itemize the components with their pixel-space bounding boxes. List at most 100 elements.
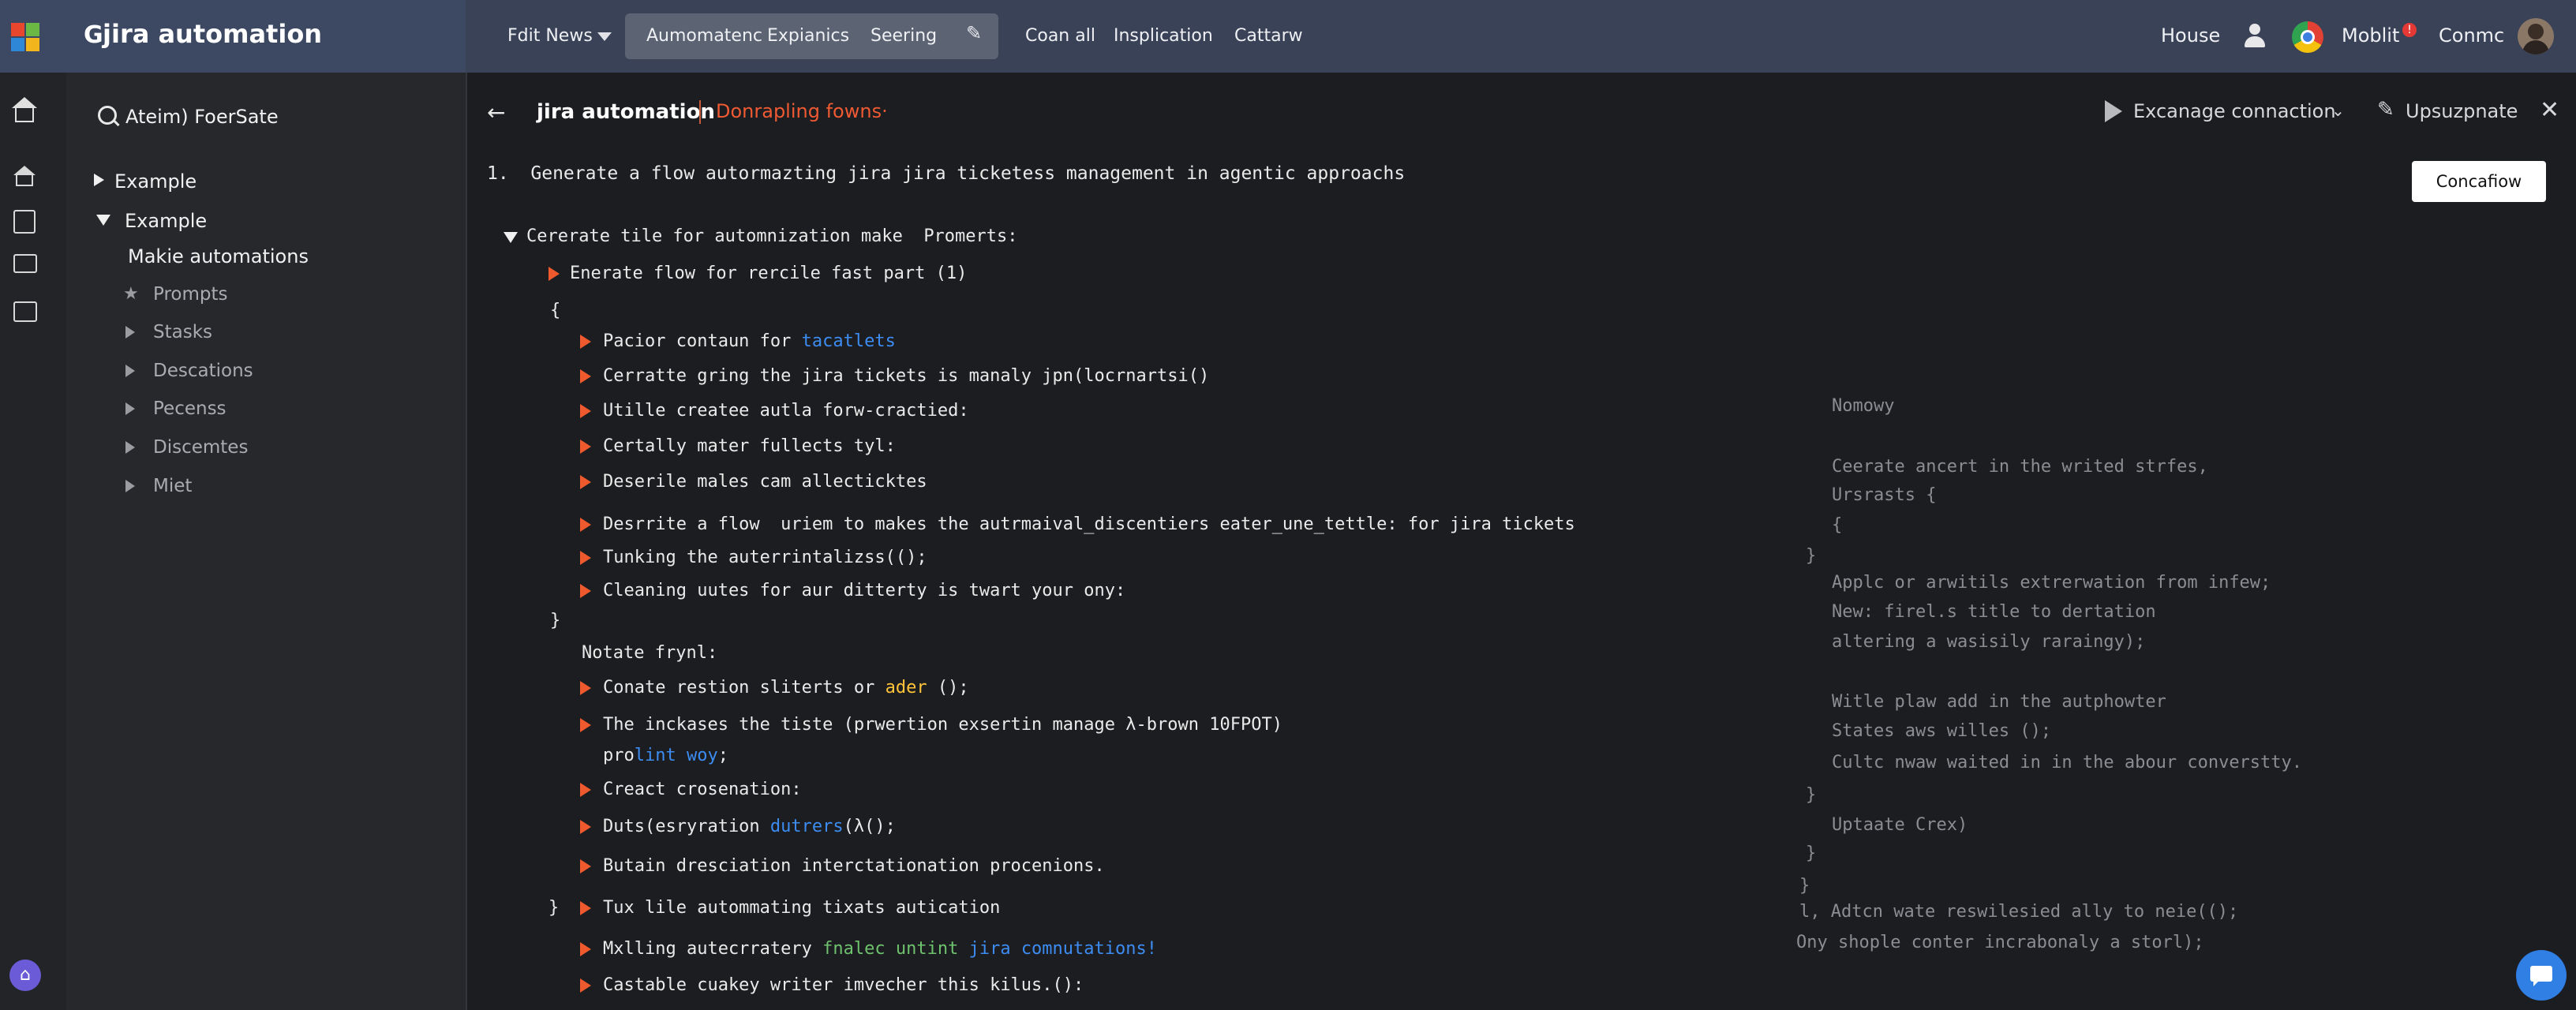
action-button[interactable]: Concafiow — [2412, 161, 2546, 202]
faint-code-line: Ceerate ancert in the writed strfes, — [1832, 457, 2208, 477]
code-text: Creact crosenation: — [603, 780, 802, 799]
tab-seering[interactable]: Seering — [871, 26, 937, 46]
code-tail: (); — [927, 678, 969, 698]
orange-triangle-icon[interactable] — [580, 369, 591, 383]
orange-triangle-icon[interactable] — [580, 783, 591, 797]
search-icon[interactable] — [98, 106, 120, 127]
list-icon[interactable] — [13, 301, 37, 322]
house-link[interactable]: House — [2161, 24, 2220, 47]
link-cattarw[interactable]: Cattarw — [1234, 26, 1303, 46]
orange-triangle-icon[interactable] — [549, 267, 560, 281]
orange-triangle-icon[interactable] — [580, 820, 591, 834]
connection-dropdown[interactable]: Excanage connaction — [2133, 100, 2336, 122]
chevron-down-icon[interactable] — [96, 215, 110, 226]
chrome-icon[interactable] — [2292, 21, 2323, 53]
tab-aumomatenc[interactable]: Aumomatenc — [646, 26, 762, 46]
building-icon[interactable] — [13, 210, 36, 234]
code-highlight: tacatlets — [801, 331, 896, 351]
play-icon[interactable] — [2105, 100, 2122, 122]
page-subtitle: Donrapling fowns· — [716, 100, 888, 122]
edit-icon[interactable]: ✎ — [966, 22, 982, 44]
conmc-link[interactable]: Conmc — [2439, 24, 2504, 47]
mobile-link[interactable]: Moblit — [2342, 24, 2399, 47]
code-text: Desrrite a flow uriem to makes the autrm… — [603, 514, 1575, 534]
faint-code-line: Ony shople conter incrabonaly a storl); — [1796, 933, 2204, 952]
orange-triangle-icon[interactable] — [580, 859, 591, 873]
faint-code-line: Uptaate Crex) — [1832, 815, 1968, 835]
orange-triangle-icon[interactable] — [580, 584, 591, 598]
code-text: Butain dresciation interctationation pro… — [603, 856, 1105, 876]
expand-icon[interactable] — [125, 402, 135, 415]
faint-code-line: New: firel.s title to dertation — [1832, 602, 2156, 622]
orange-triangle-icon[interactable] — [580, 404, 591, 418]
update-button[interactable]: Upsuzpnate — [2406, 100, 2518, 122]
page-title: jira automation — [537, 100, 715, 124]
prompt-text: 1. Generate a flow autormazting jira jir… — [487, 163, 1406, 184]
faint-code-line: } — [1806, 844, 1817, 863]
sidebar-item-stasks[interactable]: Stasks — [153, 322, 212, 342]
menu-fdit-news[interactable]: Fdit News — [507, 26, 593, 46]
chevron-down-icon[interactable]: ⌄ — [2331, 101, 2345, 120]
sidebar-item-prompts[interactable]: Prompts — [153, 284, 228, 305]
orange-triangle-icon[interactable] — [580, 901, 591, 915]
orange-triangle-icon[interactable] — [580, 718, 591, 732]
orange-triangle-icon[interactable] — [580, 518, 591, 532]
code-line: Cerratte gring the jira tickets is manal… — [603, 366, 1209, 386]
house-icon[interactable] — [13, 166, 36, 186]
orange-triangle-icon[interactable] — [580, 440, 591, 454]
avatar[interactable] — [2518, 18, 2554, 54]
faint-code-line: } — [1799, 876, 1810, 896]
expand-icon[interactable] — [125, 326, 135, 339]
expand-icon[interactable] — [125, 441, 135, 454]
code-line: Butain dresciation interctationation pro… — [603, 856, 1105, 876]
pencil-icon[interactable]: ✎ — [2377, 98, 2394, 122]
assistant-icon[interactable]: ⌂ — [9, 960, 41, 991]
back-arrow-icon[interactable]: ← — [487, 99, 505, 125]
pro-line: prolint woy; — [603, 746, 728, 765]
app-grid-icon[interactable] — [11, 23, 39, 51]
faint-code-line: l, Adtcn wate reswilesied ally to neie((… — [1799, 902, 2239, 922]
chevron-right-icon[interactable] — [94, 174, 104, 186]
sidebar-item-pecenss[interactable]: Pecenss — [153, 398, 227, 419]
search-input[interactable]: Ateim) FoerSate — [125, 106, 279, 128]
link-insplication[interactable]: Insplication — [1114, 26, 1213, 46]
faint-code-line: Witle plaw add in the autphowter — [1832, 692, 2166, 712]
open-brace: { — [550, 301, 561, 320]
link-coan-all[interactable]: Coan all — [1025, 26, 1095, 46]
orange-triangle-icon[interactable] — [580, 978, 591, 993]
user-icon[interactable] — [2243, 24, 2267, 49]
code-text: Cleaning uutes for aur ditterty is twart… — [603, 581, 1126, 600]
close-icon[interactable]: ✕ — [2540, 96, 2559, 124]
sidebar-item-discemtes[interactable]: Discemtes — [153, 437, 248, 458]
tab-expianics[interactable]: Expianics — [767, 26, 849, 46]
sidebar-item-descations[interactable]: Descations — [153, 361, 253, 381]
faint-code-line: States aws willes (); — [1832, 721, 2052, 741]
pro-text: pro — [603, 746, 635, 765]
faint-code-line: Applc or arwitils extrerwation from infe… — [1832, 573, 2271, 593]
expand-icon[interactable] — [125, 365, 135, 377]
tree-l1: Enerate flow for rercile fast part (1) — [570, 264, 968, 283]
code-line: Tunking the auterrintalizss((); — [603, 548, 927, 567]
orange-triangle-icon[interactable] — [580, 335, 591, 349]
orange-triangle-icon[interactable] — [580, 551, 591, 565]
orange-triangle-icon[interactable] — [580, 942, 591, 956]
prompts-icon: ★ — [123, 284, 139, 304]
orange-triangle-icon[interactable] — [580, 681, 591, 695]
sidebar-item-miet[interactable]: Miet — [153, 476, 192, 496]
sidebar-item-example[interactable]: Example — [114, 170, 197, 193]
chevron-down-icon[interactable] — [597, 32, 612, 41]
chat-icon[interactable] — [2516, 950, 2567, 1001]
orange-triangle-icon[interactable] — [580, 475, 591, 489]
code-line: Utille createe autla forw-cractied: — [603, 401, 969, 421]
mailing-text: Mxlling autecrratery — [603, 939, 823, 959]
code-line: Desrrite a flow uriem to makes the autrm… — [603, 514, 1575, 534]
sidebar-item-example-open[interactable]: Example — [125, 210, 207, 232]
icon-rail: ⌂ — [0, 73, 67, 1010]
code-text: Conate restion sliterts or — [603, 678, 886, 698]
expand-icon[interactable] — [125, 480, 135, 492]
collapse-icon[interactable] — [504, 232, 518, 243]
faint-code-line: altering a wasisily raraingy); — [1832, 632, 2146, 652]
home-icon[interactable] — [12, 97, 37, 122]
message-icon[interactable] — [13, 254, 37, 273]
code-line: Pacior contaun for tacatlets — [603, 331, 896, 351]
